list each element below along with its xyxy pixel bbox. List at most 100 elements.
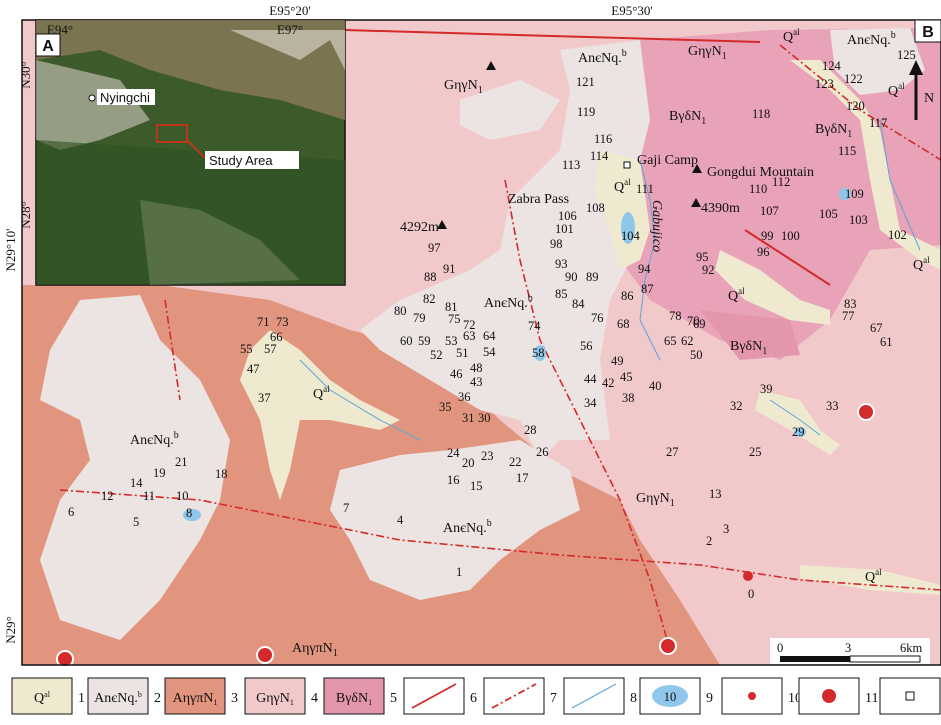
sample-label: 61 (880, 335, 893, 349)
legend-number: 6 (470, 691, 477, 706)
sample-label: 98 (550, 237, 563, 251)
legend-item: 6 (403, 677, 477, 715)
study-area-label: Study Area (209, 153, 273, 168)
scale-label-3: 3 (845, 641, 851, 655)
label-elev2: 4390m (701, 201, 740, 216)
sample-label: 15 (470, 479, 483, 493)
sample-label: 52 (430, 348, 443, 362)
sample-label: 65 (664, 334, 677, 348)
legend-item: 12 (879, 677, 941, 715)
panel-b-label: B (922, 24, 934, 41)
sample-label: 40 (649, 379, 662, 393)
sample-label: 39 (760, 382, 773, 396)
sample-label: 51 (456, 346, 469, 360)
sample-label: 85 (555, 287, 568, 301)
sample-label: 58 (532, 346, 545, 360)
svg-text:GηγN1: GηγN1 (256, 691, 294, 707)
inset-map: A Nyingchi Study Area E94° E97° N30° N28… (18, 19, 346, 286)
coord-left-2: N29° (3, 616, 18, 644)
legend-number: 5 (390, 691, 397, 706)
sample-label: 94 (638, 262, 651, 276)
sample-label: 73 (276, 315, 289, 329)
sample-label: 19 (153, 466, 166, 480)
sample-label: 103 (849, 213, 868, 227)
sample-label: 117 (869, 116, 887, 130)
sample-label: 25 (749, 445, 762, 459)
coord-left-1: N29°10' (3, 229, 18, 272)
sample-label: 82 (423, 292, 436, 306)
sample-label: 47 (247, 362, 260, 376)
sample-label: 0 (748, 587, 754, 601)
sample-label: 31 (462, 411, 475, 425)
sample-label: 42 (602, 376, 615, 390)
sample-label: 36 (458, 390, 471, 404)
large-sample-point (256, 646, 274, 664)
sample-label: 102 (888, 228, 907, 242)
legend-item: 11 (798, 677, 878, 715)
label-elev1: 4292m (400, 220, 439, 235)
sample-label: 16 (447, 473, 460, 487)
legend-item: 10 (721, 677, 802, 715)
sample-label: 115 (838, 144, 856, 158)
sample-label: 119 (577, 105, 595, 119)
sample-label: 26 (536, 445, 549, 459)
sample-label: 4 (397, 513, 404, 527)
sample-label: 18 (215, 467, 228, 481)
sample-label: 95 (696, 250, 709, 264)
sample-label: 37 (258, 391, 271, 405)
unit-anc-5: AnєNq.b (443, 518, 492, 536)
sample-label: 110 (749, 182, 767, 196)
sample-label: 92 (702, 263, 715, 277)
sample-label: 81 (445, 300, 458, 314)
sample-label: 3 (723, 522, 729, 536)
legend: Qal 1 AnєNq.b 2 AηγπN1 3 GηγN1 4 BγδN1 5 6 7 8 10 9 10 1… (11, 677, 941, 715)
legend-item: 10 9 (639, 677, 713, 715)
sample-label: 106 (558, 209, 577, 223)
sample-label: 74 (528, 319, 541, 333)
sample-label: 60 (400, 334, 413, 348)
sample-label: 120 (846, 99, 865, 113)
sample-label: 49 (611, 354, 624, 368)
sample-label: 62 (681, 334, 694, 348)
sample-label: 33 (826, 399, 839, 413)
camp-marker (623, 161, 631, 169)
sample-label: 45 (620, 370, 633, 384)
sample-label: 93 (555, 257, 568, 271)
sample-label: 122 (844, 72, 863, 86)
sample-label: 75 (448, 312, 461, 326)
sample-label: 54 (483, 345, 496, 359)
sample-label: 111 (636, 182, 654, 196)
inset-lat-1: N30° (18, 61, 33, 89)
sample-label: 78 (669, 309, 682, 323)
legend-item: AηγπN1 3 (164, 677, 238, 715)
sample-label: 101 (555, 222, 574, 236)
sample-label: 80 (394, 304, 407, 318)
legend-item: 7 (483, 677, 557, 715)
large-sample-point (659, 637, 677, 655)
sample-label: 97 (428, 241, 441, 255)
sample-label: 71 (257, 315, 270, 329)
sample-label: 107 (760, 204, 779, 218)
sample-label: 11 (143, 489, 155, 503)
city-label: Nyingchi (100, 90, 150, 105)
sample-label: 21 (175, 455, 188, 469)
sample-label: 56 (580, 339, 593, 353)
sample-label: 77 (842, 309, 855, 323)
sample-label: 17 (516, 471, 529, 485)
sample-label: 84 (572, 297, 585, 311)
sample-label: 22 (509, 455, 522, 469)
unit-anc: AnєNq.b (578, 48, 627, 66)
sample-label: 8 (186, 506, 192, 520)
sample-label: 50 (690, 348, 703, 362)
sample-label: 108 (586, 201, 605, 215)
legend-number: 4 (311, 691, 318, 706)
sample-label: 5 (133, 515, 139, 529)
svg-text:10: 10 (664, 690, 677, 704)
sample-label: 109 (845, 187, 864, 201)
legend-item: Qal 1 (11, 677, 85, 715)
label-river: Gabujico (649, 200, 664, 252)
panel-a-label: A (42, 38, 54, 55)
sample-label: 88 (424, 270, 437, 284)
legend-number: 9 (706, 691, 713, 706)
legend-number: 8 (630, 691, 637, 706)
